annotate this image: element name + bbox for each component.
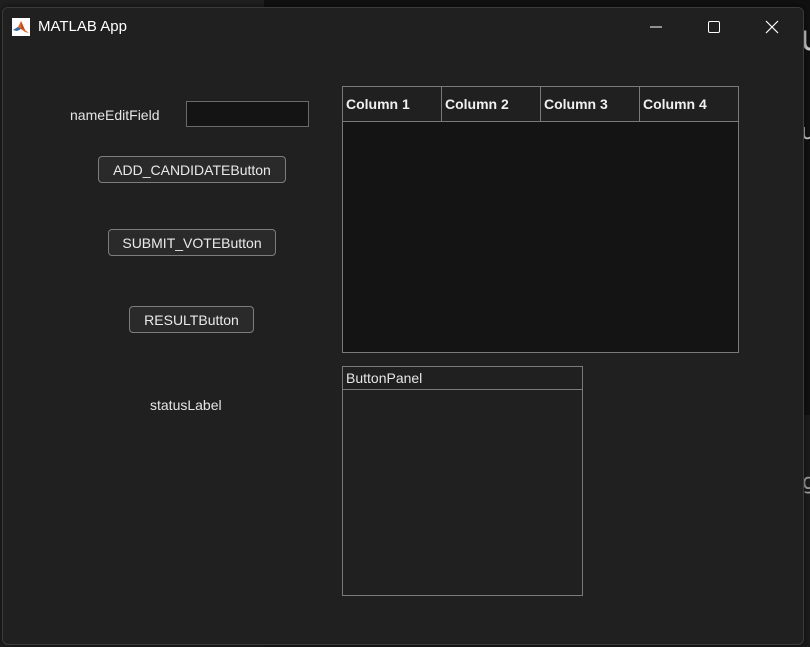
title-bar[interactable]: MATLAB App xyxy=(3,8,803,46)
column-header[interactable]: Column 3 xyxy=(541,87,640,121)
column-header[interactable]: Column 1 xyxy=(343,87,442,121)
name-field-label: nameEditField xyxy=(70,107,160,123)
data-table[interactable]: Column 1 Column 2 Column 3 Column 4 xyxy=(342,86,739,353)
app-window: MATLAB App nameEditField ADD_CANDIDATEBu… xyxy=(2,7,804,645)
button-panel: ButtonPanel xyxy=(342,366,583,596)
matlab-logo-icon xyxy=(12,18,30,36)
close-icon xyxy=(765,20,779,34)
close-button[interactable] xyxy=(743,8,801,46)
table-header: Column 1 Column 2 Column 3 Column 4 xyxy=(343,87,738,122)
column-header[interactable]: Column 2 xyxy=(442,87,541,121)
maximize-icon xyxy=(708,21,720,33)
result-button[interactable]: RESULTButton xyxy=(129,306,254,333)
submit-vote-button[interactable]: SUBMIT_VOTEButton xyxy=(108,229,276,256)
column-header[interactable]: Column 4 xyxy=(640,87,738,121)
add-candidate-button[interactable]: ADD_CANDIDATEButton xyxy=(98,156,286,183)
window-title: MATLAB App xyxy=(38,18,127,35)
status-label: statusLabel xyxy=(150,397,222,413)
minimize-button[interactable] xyxy=(627,8,685,46)
panel-title: ButtonPanel xyxy=(343,367,582,390)
maximize-button[interactable] xyxy=(685,8,743,46)
minimize-icon xyxy=(650,26,662,28)
name-edit-field[interactable] xyxy=(186,101,309,127)
